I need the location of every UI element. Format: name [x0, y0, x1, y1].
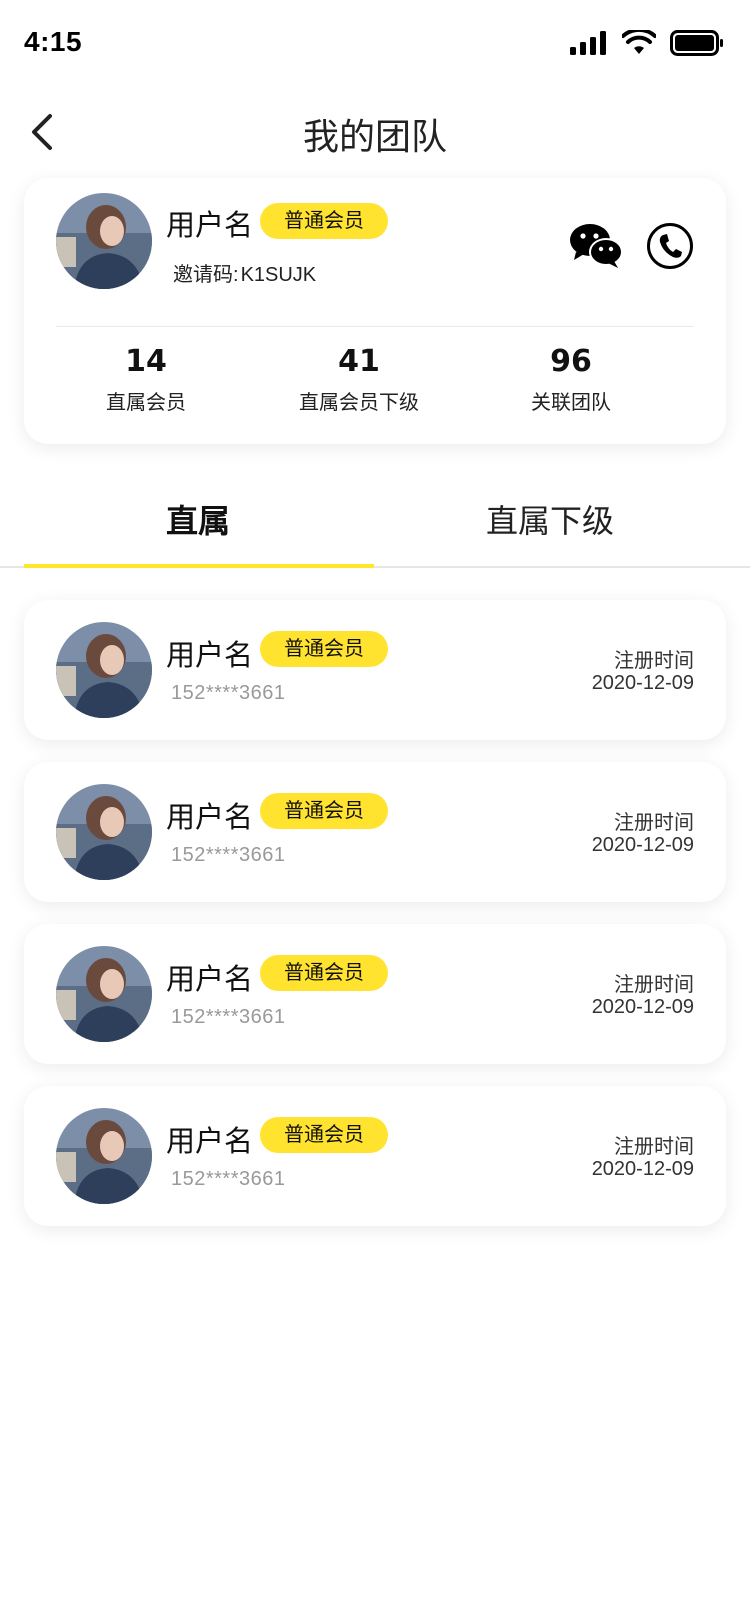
member-card[interactable]: 用户名 普通会员 152****3661 注册时间 2020-12-09: [24, 1086, 726, 1226]
register-date: 2020-12-09: [591, 996, 694, 1018]
stat-direct-members[interactable]: 14 直属会员: [36, 344, 256, 415]
register-time-label: 注册时间: [614, 1136, 694, 1158]
stat-value: 96: [550, 344, 592, 379]
status-icons: [570, 30, 724, 56]
tab-bar: 直属 直属下级: [0, 476, 750, 568]
stat-label: 直属会员下级: [299, 392, 419, 414]
member-phone: 152****3661: [171, 1006, 286, 1028]
member-phone: 152****3661: [171, 844, 286, 866]
member-card[interactable]: 用户名 普通会员 152****3661 注册时间 2020-12-09: [24, 600, 726, 740]
avatar[interactable]: [56, 622, 152, 718]
tab-direct[interactable]: 直属: [28, 496, 368, 542]
avatar[interactable]: [56, 784, 152, 880]
status-time: 4:15: [24, 26, 83, 57]
member-phone: 152****3661: [171, 682, 286, 704]
member-badge: 普通会员: [260, 631, 388, 667]
avatar[interactable]: [56, 1108, 152, 1204]
register-time-label: 注册时间: [614, 974, 694, 996]
phone-icon[interactable]: [646, 222, 694, 270]
member-name: 用户名: [166, 802, 254, 834]
stat-related-teams[interactable]: 96 关联团队: [461, 344, 681, 415]
register-date: 2020-12-09: [591, 672, 694, 694]
nav-bar: 我的团队: [0, 88, 750, 176]
member-name: 用户名: [166, 964, 254, 996]
register-time-label: 注册时间: [614, 650, 694, 672]
member-badge: 普通会员: [260, 793, 388, 829]
member-badge: 普通会员: [260, 955, 388, 991]
member-badge: 普通会员: [260, 203, 388, 239]
battery-icon: [670, 30, 723, 56]
invite-value: K1SUJK: [240, 264, 317, 286]
member-card[interactable]: 用户名 普通会员 152****3661 注册时间 2020-12-09: [24, 762, 726, 902]
status-bar: 4:15: [0, 0, 750, 88]
wifi-icon: [622, 30, 656, 54]
stat-label: 关联团队: [531, 392, 611, 414]
wechat-icon[interactable]: [568, 222, 624, 270]
member-name: 用户名: [166, 1126, 254, 1158]
stat-value: 41: [338, 344, 380, 379]
divider: [56, 326, 694, 327]
member-badge: 普通会员: [260, 1117, 388, 1153]
member-phone: 152****3661: [171, 1168, 286, 1190]
profile-card: 用户名 普通会员 邀请码: K1SUJK 14 直属会员 41 直属会员下级 96…: [24, 178, 726, 444]
register-date: 2020-12-09: [591, 1158, 694, 1180]
avatar[interactable]: [56, 946, 152, 1042]
member-card[interactable]: 用户名 普通会员 152****3661 注册时间 2020-12-09: [24, 924, 726, 1064]
tab-indicator: [24, 564, 374, 568]
register-date: 2020-12-09: [591, 834, 694, 856]
tab-direct-sub[interactable]: 直属下级: [380, 496, 720, 542]
signal-icon: [570, 31, 606, 55]
page-title: 我的团队: [302, 116, 447, 157]
profile-name: 用户名: [166, 210, 254, 242]
stat-value: 14: [125, 344, 167, 379]
invite-label: 邀请码:: [173, 264, 239, 286]
avatar[interactable]: [56, 193, 152, 289]
member-name: 用户名: [166, 640, 254, 672]
invite-code: 邀请码: K1SUJK: [171, 258, 316, 287]
stats-row: 14 直属会员 41 直属会员下级 96 关联团队: [24, 344, 726, 434]
stat-label: 直属会员: [106, 392, 186, 414]
register-time-label: 注册时间: [614, 812, 694, 834]
stat-direct-sub-members[interactable]: 41 直属会员下级: [249, 344, 469, 415]
